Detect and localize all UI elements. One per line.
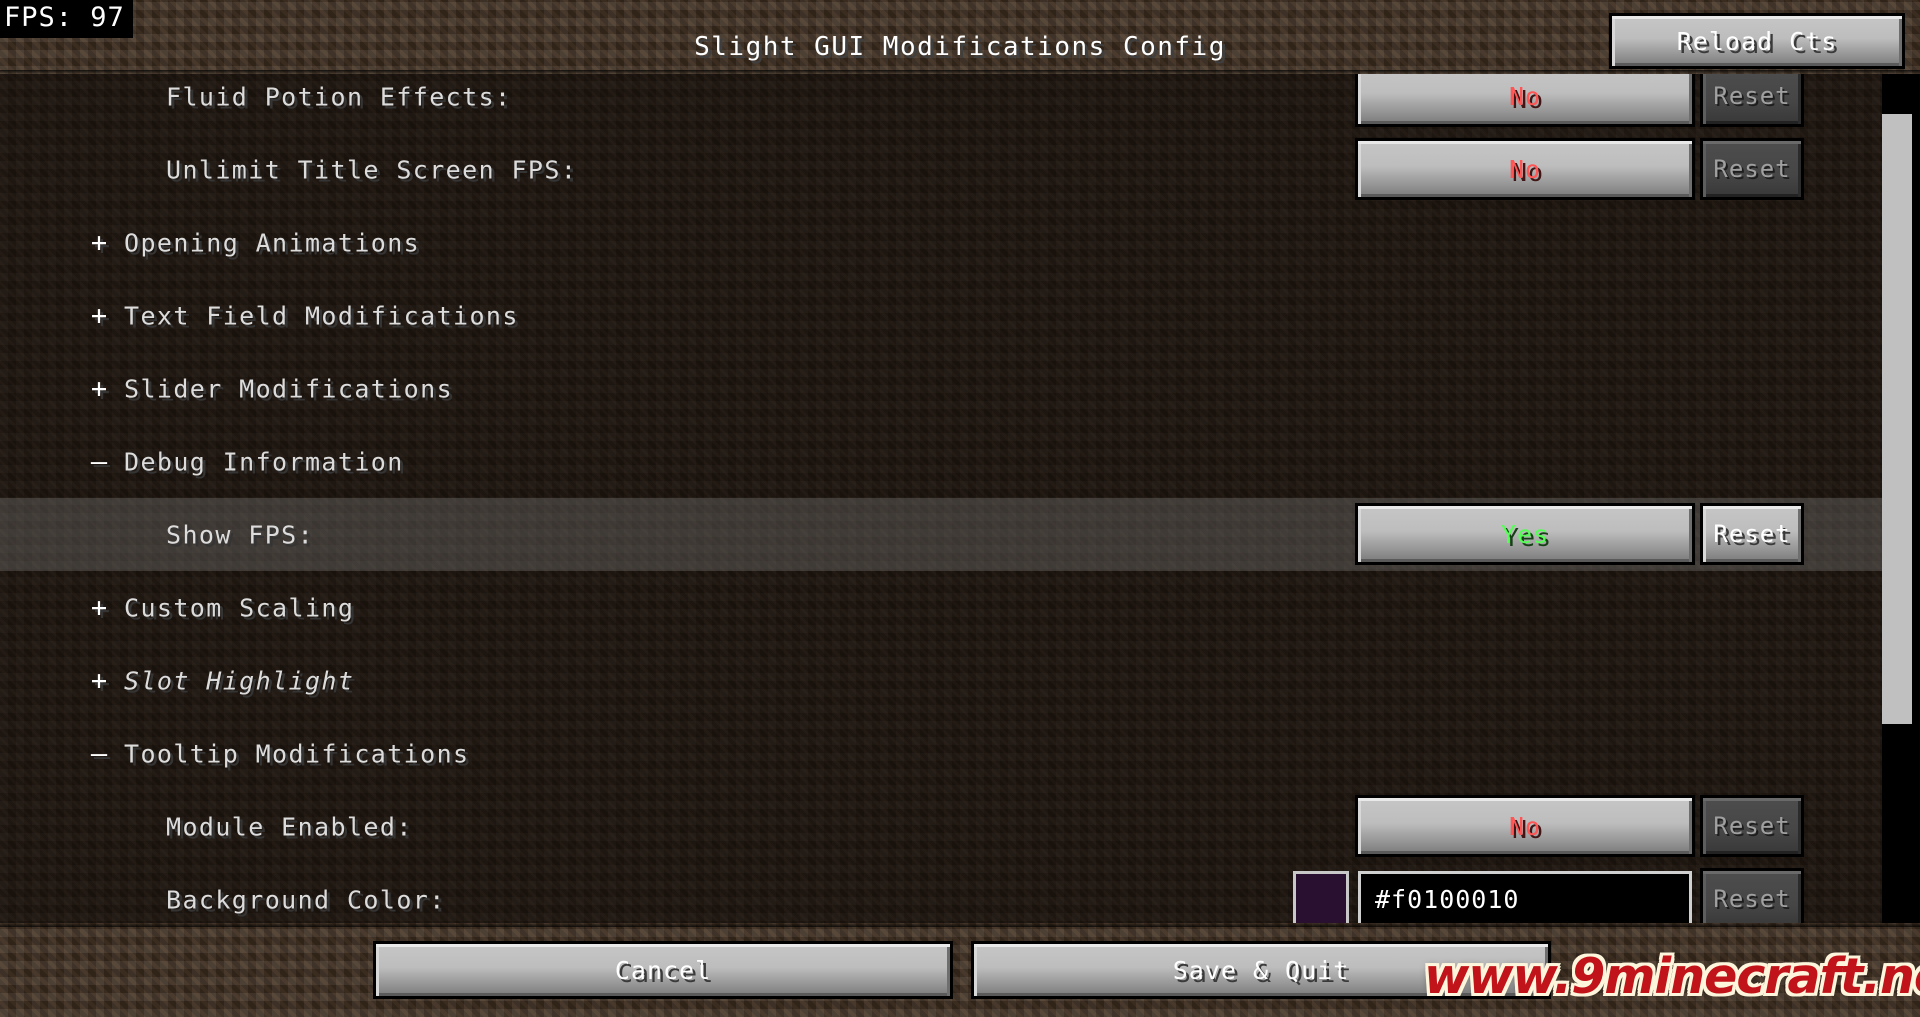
scrollbar-thumb[interactable] (1882, 114, 1920, 724)
category-row[interactable]: + Slider Modifications (0, 352, 1882, 425)
option-value-text: Yes (1500, 519, 1550, 549)
save-quit-label: Save & Quit (1172, 955, 1350, 985)
cancel-label: Cancel (614, 955, 712, 985)
reset-button: Reset (1703, 798, 1801, 854)
page-title: Slight GUI Modifications Config (694, 32, 1226, 62)
option-value-button[interactable]: Yes (1358, 506, 1692, 562)
expand-icon[interactable]: + (86, 300, 112, 331)
option-label: Show FPS: (166, 520, 315, 549)
option-value-text: No (1508, 81, 1542, 111)
category-row[interactable]: – Debug Information (0, 425, 1882, 498)
category-row[interactable]: + Custom Scaling (0, 571, 1882, 644)
cancel-button[interactable]: Cancel (376, 944, 950, 996)
header-bar-shadow (0, 70, 1920, 74)
category-row[interactable]: + Opening Animations (0, 206, 1882, 279)
site-watermark: www.9minecraft.net (1424, 948, 1920, 1005)
category-row[interactable]: – Tooltip Modifications (0, 717, 1882, 790)
expand-icon[interactable]: + (86, 592, 112, 623)
option-row[interactable]: Unlimit Title Screen FPS: No Reset (0, 133, 1882, 206)
option-value-button[interactable]: No (1358, 141, 1692, 197)
option-value-button[interactable]: No (1358, 74, 1692, 124)
option-label: Fluid Potion Effects: (166, 82, 512, 111)
color-preview-swatch (1293, 871, 1349, 923)
reset-button: Reset (1703, 871, 1801, 923)
collapse-icon[interactable]: – (86, 446, 112, 477)
collapse-icon[interactable]: – (86, 738, 112, 769)
category-label: Text Field Modifications (124, 301, 519, 330)
option-row[interactable]: Background Color: #f0100010 Reset (0, 863, 1882, 923)
category-label: Opening Animations (124, 228, 421, 257)
expand-icon[interactable]: + (86, 665, 112, 696)
reset-button: Reset (1703, 141, 1801, 197)
category-label: Tooltip Modifications (124, 739, 470, 768)
reset-button: Reset (1703, 74, 1801, 124)
color-hex-input[interactable]: #f0100010 (1358, 871, 1692, 923)
option-row[interactable]: Module Enabled: No Reset (0, 790, 1882, 863)
reset-label: Reset (1713, 82, 1791, 110)
category-row[interactable]: + Slot Highlight (0, 644, 1882, 717)
category-label: Slider Modifications (124, 374, 454, 403)
option-value-text: No (1508, 811, 1542, 841)
category-label: Debug Information (124, 447, 404, 476)
option-row[interactable]: Show FPS: Yes Reset (0, 498, 1882, 571)
expand-icon[interactable]: + (86, 373, 112, 404)
scrollbar-track[interactable] (1882, 74, 1920, 923)
category-row[interactable]: + Text Field Modifications (0, 279, 1882, 352)
reset-label: Reset (1713, 812, 1791, 840)
option-value-text: No (1508, 154, 1542, 184)
reset-label: Reset (1713, 155, 1791, 183)
reset-button[interactable]: Reset (1703, 506, 1801, 562)
footer-bar-shadow (0, 923, 1920, 927)
reset-label: Reset (1713, 885, 1791, 913)
option-row[interactable]: Fluid Potion Effects: No Reset (0, 74, 1882, 133)
reset-label: Reset (1713, 520, 1791, 548)
option-label: Unlimit Title Screen FPS: (166, 155, 578, 184)
option-label: Background Color: (166, 885, 446, 914)
option-label: Module Enabled: (166, 812, 413, 841)
category-label: Custom Scaling (124, 593, 355, 622)
config-option-list[interactable]: Fluid Potion Effects: No Reset Unlimit Titl… (0, 74, 1920, 923)
fps-overlay: FPS: 97 (0, 0, 133, 38)
category-label: Slot Highlight (124, 666, 355, 695)
expand-icon[interactable]: + (86, 227, 112, 258)
option-value-button[interactable]: No (1358, 798, 1692, 854)
minecraft-config-screen: Fluid Potion Effects: No Reset Unlimit Titl… (0, 0, 1920, 1017)
